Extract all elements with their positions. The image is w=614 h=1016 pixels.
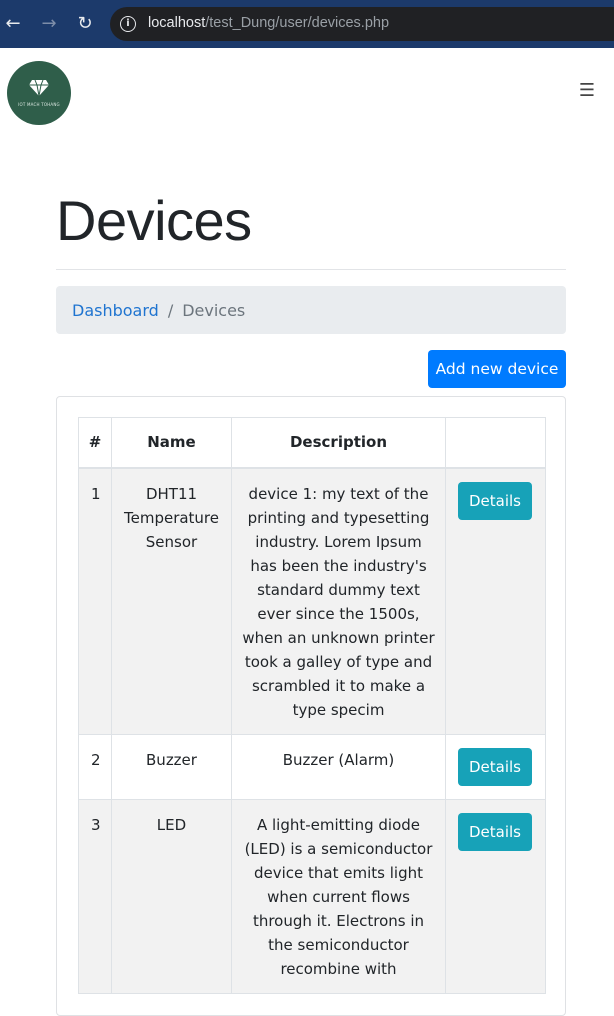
brand-logo[interactable]: IOT MACH TOHANG [7, 61, 71, 125]
forward-arrow-icon[interactable]: → [37, 12, 61, 36]
header-name: Name [111, 417, 232, 469]
divider [56, 269, 566, 270]
device-description: Buzzer (Alarm) [231, 733, 446, 800]
details-button[interactable]: Details [458, 481, 532, 520]
url-text[interactable]: localhost/test_Dung/user/devices.php [148, 15, 389, 31]
row-actions: Details [445, 733, 546, 800]
row-actions: Details [445, 467, 546, 735]
table-row: 3 LED A light-emitting diode (LED) is a … [78, 798, 546, 994]
diamond-icon [29, 79, 49, 97]
site-info-icon[interactable]: i [120, 16, 136, 32]
row-number: 2 [78, 733, 112, 800]
table-row: 1 DHT11 Temperature Sensor device 1: my … [78, 467, 546, 735]
header-actions [445, 417, 546, 469]
device-name: LED [111, 798, 232, 994]
header-number: # [78, 417, 112, 469]
breadcrumb-dashboard-link[interactable]: Dashboard [72, 301, 159, 320]
breadcrumb-current: Devices [182, 300, 246, 320]
logo-text: IOT MACH TOHANG [18, 102, 60, 107]
details-button[interactable]: Details [458, 812, 532, 851]
hamburger-menu-icon[interactable]: ☰ [576, 80, 598, 102]
url-host: localhost [148, 15, 206, 31]
browser-toolbar: ← → ↻ i localhost/test_Dung/user/devices… [0, 0, 614, 48]
device-description: device 1: my text of the printing and ty… [231, 467, 446, 735]
breadcrumb-separator: / [167, 300, 174, 320]
address-bar[interactable]: i localhost/test_Dung/user/devices.php [110, 7, 614, 41]
header-description: Description [231, 417, 446, 469]
details-button[interactable]: Details [458, 747, 532, 786]
device-description: A light-emitting diode (LED) is a semico… [231, 798, 446, 994]
table-row: 2 Buzzer Buzzer (Alarm) Details [78, 733, 546, 800]
breadcrumb: Dashboard / Devices [56, 286, 566, 334]
url-path: /test_Dung/user/devices.php [205, 15, 390, 31]
page-title: Devices [56, 189, 252, 252]
reload-icon[interactable]: ↻ [73, 12, 97, 36]
row-number: 3 [78, 798, 112, 994]
table-header-row: # Name Description [78, 417, 546, 469]
row-actions: Details [445, 798, 546, 994]
back-arrow-icon[interactable]: ← [1, 12, 25, 36]
add-new-device-button[interactable]: Add new device [428, 350, 566, 388]
device-name: DHT11 Temperature Sensor [111, 467, 232, 735]
device-name: Buzzer [111, 733, 232, 800]
row-number: 1 [78, 467, 112, 735]
devices-table: # Name Description 1 DHT11 Temperature S… [78, 417, 546, 994]
